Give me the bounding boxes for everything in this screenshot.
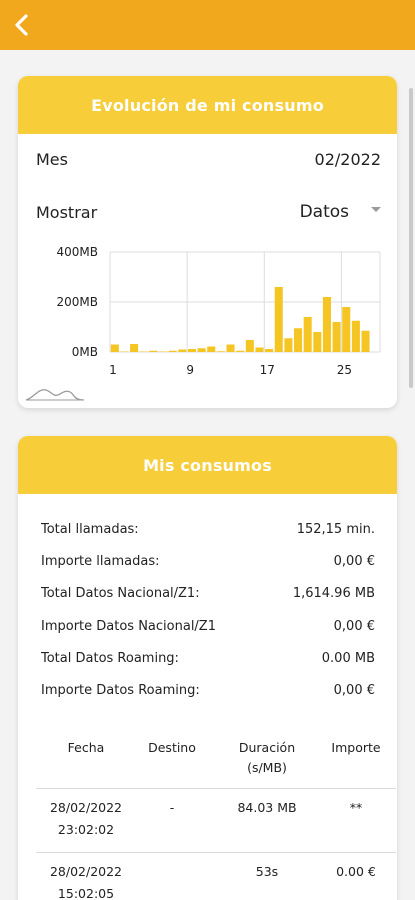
month-row: Mes 02/2022 [36,150,381,169]
show-select-value: Datos [299,202,349,222]
cell-destino: - [169,800,175,815]
bar [342,307,351,352]
stat-national-data-amount: Importe Datos Nacional/Z1 0,00 € [41,619,375,634]
column-header-duracion: Duración (s/MB) [238,740,296,775]
x-tick-label: 25 [337,363,352,377]
cell-hora: 15:02:05 [57,886,115,900]
bar [303,317,312,352]
bar [313,332,322,352]
bar [159,351,168,352]
bar [139,351,148,352]
cell-importe: 0.00 € [336,864,376,879]
cell-fecha: 28/02/2022 [49,800,123,815]
cell-hora: 23:02:02 [57,822,115,837]
bar [187,349,196,352]
caret-down-icon [371,206,381,212]
stat-value: 152,15 min. [296,522,375,537]
bar [207,346,216,352]
month-value[interactable]: 02/2022 [315,150,381,169]
table-header: Fecha Destino Duración (s/MB) Importe [36,736,396,788]
stat-value: 0,00 € [333,683,375,698]
cell-duracion: 84.03 MB [237,800,297,815]
column-header-importe: Importe [331,740,381,755]
scrollbar[interactable] [409,88,413,388]
stat-calls-amount: Importe llamadas: 0,00 € [41,554,375,569]
x-tick-label: 1 [109,363,117,377]
bar [255,347,264,352]
wave-logo-icon [24,384,86,408]
app-header [0,0,415,50]
bar [178,349,187,352]
x-tick-label: 9 [186,363,194,377]
column-header-fecha: Fecha [67,740,105,755]
stat-label: Total Datos Roaming: [41,651,179,666]
consumption-chart-card: Evolución de mi consumo Mes 02/2022 Most… [18,76,397,408]
stat-value: 0.00 MB [321,651,375,666]
stat-national-data: Total Datos Nacional/Z1: 1,614.96 MB [41,586,375,601]
y-tick-label: 200MB [57,295,99,309]
stat-value: 0,00 € [333,554,375,569]
stat-label: Total llamadas: [41,522,139,537]
bar [284,338,293,352]
table-row[interactable]: 28/02/2022 23:02:02 - 84.03 MB ** [36,798,396,852]
bar [120,351,129,352]
bar [361,330,370,352]
y-tick-label: 0MB [72,345,98,359]
stat-label: Total Datos Nacional/Z1: [41,586,200,601]
x-tick-label: 17 [260,363,275,377]
bar [332,322,341,352]
bar [197,348,206,352]
show-row: Mostrar Datos [36,202,381,222]
consumption-summary-card: Mis consumos Total llamadas: 152,15 min.… [18,436,397,900]
chevron-left-icon [15,14,28,36]
divider [36,788,396,789]
month-label: Mes [36,150,68,169]
bar [216,351,225,352]
cell-duracion: 53s [255,864,279,879]
show-select[interactable]: Datos [300,202,381,222]
stat-value: 1,614.96 MB [292,586,375,601]
cell-fecha: 28/02/2022 [49,864,123,879]
stat-label: Importe llamadas: [41,554,160,569]
stat-label: Importe Datos Nacional/Z1 [41,619,216,634]
consumption-bar-chart: 400MB 200MB 0MB 1 9 17 25 [57,245,381,377]
bar [245,340,254,352]
table-row[interactable]: 28/02/2022 15:02:05 53s 0.00 € [36,862,396,900]
cell-importe: ** [349,800,363,815]
y-tick-label: 400MB [57,245,99,259]
bar [168,350,177,352]
bar [322,297,331,352]
bar [274,287,283,352]
bar [226,344,235,352]
bar [149,350,158,352]
stat-label: Importe Datos Roaming: [41,683,200,698]
bar [265,349,274,352]
show-label: Mostrar [36,202,98,222]
back-button[interactable] [4,7,40,43]
column-header-destino: Destino [148,740,196,755]
chart-card-title: Evolución de mi consumo [18,76,397,134]
bar [294,328,303,352]
stat-roaming-data: Total Datos Roaming: 0.00 MB [41,651,375,666]
bar [110,344,119,352]
bar [351,320,360,352]
stat-value: 0,00 € [333,619,375,634]
bar [236,350,245,352]
divider [36,852,396,853]
bar [130,344,139,352]
summary-card-title: Mis consumos [18,436,397,494]
stat-total-calls: Total llamadas: 152,15 min. [41,522,375,537]
stat-roaming-amount: Importe Datos Roaming: 0,00 € [41,683,375,698]
